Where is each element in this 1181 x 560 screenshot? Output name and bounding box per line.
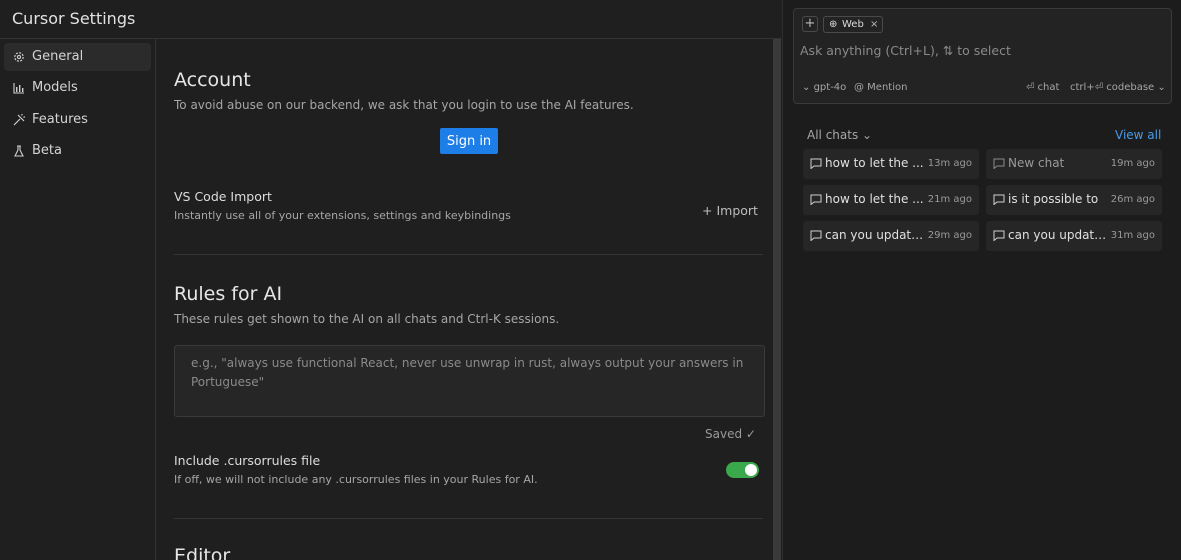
chat-history-item[interactable]: how to let the ... 13m ago [803, 149, 979, 179]
import-button[interactable]: + Import [702, 203, 758, 218]
model-selector[interactable]: ⌄ gpt-4o [802, 82, 846, 93]
chat-history-title: how to let the ... [825, 156, 924, 170]
gear-icon [14, 52, 24, 62]
nav-item-beta[interactable]: Beta [4, 137, 151, 165]
chat-history-time: 19m ago [1110, 158, 1155, 169]
rules-description: These rules get shown to the AI on all c… [174, 312, 560, 326]
chat-composer: + ⊕ Web × ⌄ gpt-4o @ Mention ⏎ chat ctrl… [793, 8, 1172, 104]
chat-input[interactable] [800, 39, 1160, 61]
chat-bubble-icon [993, 158, 1005, 169]
chat-history-title: is it possible to [1008, 192, 1099, 206]
sign-in-button[interactable]: Sign in [440, 128, 498, 154]
settings-content: Account To avoid abuse on our backend, w… [156, 39, 773, 560]
chat-history-item[interactable]: can you update... 31m ago [986, 221, 1162, 251]
web-chip-label: Web [842, 19, 864, 30]
chat-history-time: 13m ago [927, 158, 972, 169]
chat-bubble-icon [993, 194, 1005, 205]
chat-bubble-icon [810, 158, 822, 169]
chat-history-item[interactable]: is it possible to 26m ago [986, 185, 1162, 215]
chat-history-time: 31m ago [1110, 230, 1155, 241]
all-chats-label: All chats [807, 128, 859, 142]
nav-item-label: Models [32, 80, 78, 95]
tools-icon [13, 114, 25, 126]
nav-item-label: Features [32, 112, 88, 127]
scrollbar[interactable] [773, 39, 781, 560]
bar-chart-icon [13, 83, 24, 94]
account-description: To avoid abuse on our backend, we ask th… [174, 98, 634, 112]
section-divider [174, 518, 763, 519]
chevron-down-icon: ⌄ [862, 128, 873, 142]
web-context-chip[interactable]: ⊕ Web × [823, 16, 883, 33]
title-bar: Cursor Settings [0, 0, 781, 39]
editor-title: Editor [174, 545, 231, 560]
chat-bubble-icon [993, 230, 1005, 241]
import-label: Import [716, 203, 758, 218]
all-chats-dropdown[interactable]: All chats ⌄ [807, 128, 872, 142]
chat-history-item[interactable]: how to let the ... 21m ago [803, 185, 979, 215]
settings-nav: General Models Features Beta [0, 39, 156, 560]
chat-history-title: New chat [1008, 156, 1065, 170]
rules-textarea[interactable]: e.g., "always use functional React, neve… [174, 345, 765, 417]
chat-history-time: 21m ago [927, 194, 972, 205]
chat-history-title: can you update... [1008, 228, 1108, 242]
chat-bubble-icon [810, 230, 822, 241]
saved-status: Saved ✓ [705, 427, 756, 441]
codebase-submit-button[interactable]: ctrl+⏎ codebase ⌄ [1070, 82, 1166, 93]
cursorrules-toggle[interactable] [726, 462, 759, 478]
mention-button[interactable]: @ Mention [854, 82, 907, 93]
nav-item-features[interactable]: Features [4, 106, 151, 134]
toggle-knob [745, 464, 757, 476]
cursorrules-description: If off, we will not include any .cursorr… [174, 473, 538, 486]
account-title: Account [174, 69, 251, 91]
settings-pane: Cursor Settings General Models Features … [0, 0, 781, 560]
section-divider [174, 254, 763, 255]
add-context-button[interactable]: + [802, 16, 818, 32]
nav-item-label: Beta [32, 143, 62, 158]
cursorrules-title: Include .cursorrules file [174, 453, 321, 468]
model-label: gpt-4o [813, 82, 847, 93]
globe-icon: ⊕ [829, 19, 838, 30]
chat-history-item[interactable]: can you update... 29m ago [803, 221, 979, 251]
nav-item-general[interactable]: General [4, 43, 151, 71]
view-all-link[interactable]: View all [1115, 128, 1161, 142]
nav-item-label: General [32, 49, 84, 64]
chat-submit-button[interactable]: ⏎ chat [1026, 82, 1059, 93]
chat-history-time: 29m ago [927, 230, 972, 241]
chat-pane: + ⊕ Web × ⌄ gpt-4o @ Mention ⏎ chat ctrl… [782, 0, 1181, 560]
rules-placeholder: e.g., "always use functional React, neve… [191, 356, 744, 389]
rules-title: Rules for AI [174, 283, 283, 305]
vscode-import-title: VS Code Import [174, 189, 272, 204]
chevron-down-icon: ⌄ [1157, 82, 1166, 93]
plus-icon: + [702, 203, 713, 218]
chat-bubble-icon [810, 194, 822, 205]
chat-history-title: how to let the ... [825, 192, 924, 206]
close-icon[interactable]: × [870, 19, 878, 30]
nav-item-models[interactable]: Models [4, 74, 151, 102]
flask-icon [14, 145, 24, 157]
chevron-down-icon: ⌄ [802, 82, 811, 93]
vscode-import-description: Instantly use all of your extensions, se… [174, 209, 511, 222]
chat-history-time: 26m ago [1110, 194, 1155, 205]
chat-history-item[interactable]: New chat 19m ago [986, 149, 1162, 179]
codebase-label: ctrl+⏎ codebase [1070, 82, 1155, 93]
chat-history-title: can you update... [825, 228, 925, 242]
window-title: Cursor Settings [12, 9, 136, 28]
